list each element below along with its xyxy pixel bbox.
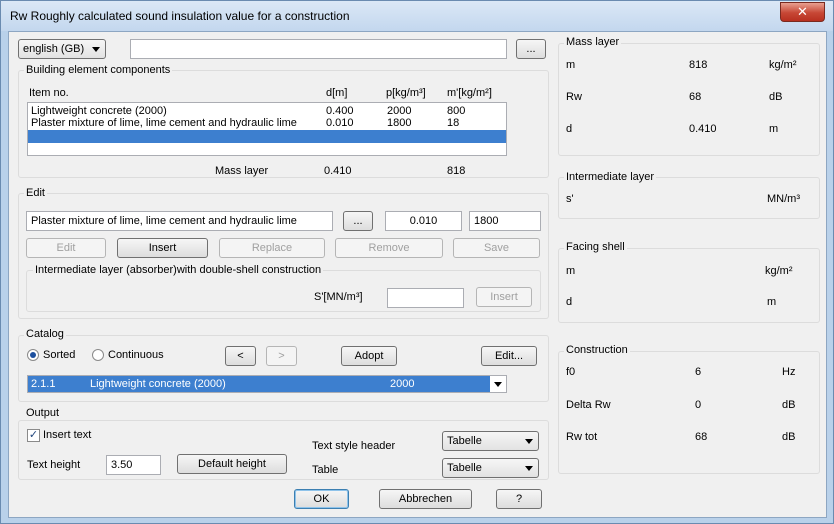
construction-group (558, 351, 820, 474)
mass-d-unit: m (769, 123, 779, 135)
mass-rw-unit: dB (769, 91, 783, 103)
mass-layer-group-label: Mass layer (564, 36, 622, 48)
help-button[interactable]: ? (496, 489, 542, 509)
selected-empty-row[interactable] (28, 130, 506, 143)
text-height-input[interactable]: 3.50 (106, 455, 161, 475)
edit-group-label: Edit (24, 187, 47, 199)
density-input[interactable]: 1800 (469, 211, 541, 231)
next-button[interactable]: > (266, 346, 297, 366)
path-browse-button[interactable]: ... (516, 39, 546, 59)
replace-button[interactable]: Replace (219, 238, 325, 258)
save-button[interactable]: Save (453, 238, 540, 258)
insert-text-label: Insert text (43, 429, 92, 441)
material-input[interactable]: Plaster mixture of lime, lime cement and… (26, 211, 333, 231)
catalog-edit-button[interactable]: Edit... (481, 346, 537, 366)
language-select[interactable]: english (GB) (18, 39, 106, 59)
facing-d-unit: m (767, 296, 777, 308)
remove-button[interactable]: Remove (335, 238, 443, 258)
absorber-group-label: Intermediate layer (absorber)with double… (33, 264, 324, 276)
mass-m-result: 818 (689, 59, 708, 71)
chevron-down-icon (92, 47, 100, 52)
intermediate-group-label: Intermediate layer (564, 171, 657, 183)
mass-m-unit: kg/m² (769, 59, 797, 71)
table-style-select[interactable]: Tabelle (442, 458, 539, 478)
facing-group-label: Facing shell (564, 241, 627, 253)
facing-group (558, 248, 820, 323)
title-bar[interactable]: Rw Roughly calculated sound insulation v… (1, 1, 833, 31)
insert-text-checkbox[interactable]: ✓ (27, 429, 40, 442)
window-title: Rw Roughly calculated sound insulation v… (10, 9, 350, 23)
table-row[interactable]: Lightweight concrete (2000) 0.400 2000 8… (28, 105, 506, 117)
edit-button[interactable]: Edit (26, 238, 106, 258)
insert-button[interactable]: Insert (117, 238, 208, 258)
header-item: Item no. (29, 87, 69, 99)
check-icon: ✓ (28, 429, 39, 441)
components-list[interactable]: Lightweight concrete (2000) 0.400 2000 8… (27, 102, 507, 156)
header-p: p[kg/m³] (386, 87, 426, 99)
f0-label: f0 (566, 366, 576, 378)
material-browse-button[interactable]: ... (343, 211, 373, 231)
mass-d-result: 0.410 (689, 123, 717, 135)
mass-rw-result: 68 (689, 91, 702, 103)
chevron-down-icon (525, 466, 533, 471)
s-insert-button[interactable]: Insert (476, 287, 532, 307)
s-input[interactable] (387, 288, 464, 308)
facing-m-label: m (566, 265, 576, 277)
facing-m-unit: kg/m² (765, 265, 793, 277)
text-height-label: Text height (27, 459, 81, 471)
header-m: m'[kg/m²] (447, 87, 492, 99)
components-group-label: Building element components (24, 64, 173, 76)
rw-tot-value: 68 (695, 431, 708, 443)
facing-d-label: d (566, 296, 573, 308)
dialog-client: english (GB) ... Building element compon… (8, 31, 827, 518)
style-header-select[interactable]: Tabelle (442, 431, 539, 451)
adopt-button[interactable]: Adopt (341, 346, 397, 366)
table-style-label: Table (312, 464, 339, 476)
f0-value: 6 (695, 366, 702, 378)
delta-rw-unit: dB (782, 399, 796, 411)
catalog-group-label: Catalog (24, 328, 66, 340)
continuous-label: Continuous (108, 349, 164, 361)
mass-m-value: 818 (447, 165, 466, 177)
mass-rw-label: Rw (566, 91, 582, 103)
continuous-radio[interactable] (92, 349, 104, 361)
delta-rw-label: Delta Rw (566, 399, 611, 411)
rw-tot-label: Rw tot (566, 431, 598, 443)
delta-rw-value: 0 (695, 399, 702, 411)
f0-unit: Hz (782, 366, 796, 378)
sorted-label: Sorted (43, 349, 76, 361)
ok-button[interactable]: OK (294, 489, 349, 509)
thickness-input[interactable]: 0.010 (385, 211, 462, 231)
mass-d-value: 0.410 (324, 165, 352, 177)
intermediate-s-label: s' (566, 193, 574, 205)
sorted-radio[interactable] (27, 349, 39, 361)
language-value: english (GB) (23, 43, 85, 55)
cancel-button[interactable]: Abbrechen (379, 489, 472, 509)
dialog-window: Rw Roughly calculated sound insulation v… (0, 0, 834, 524)
output-group-label: Output (24, 407, 62, 419)
intermediate-s-unit: MN/m³ (767, 193, 800, 205)
header-d: d[m] (326, 87, 348, 99)
default-height-button[interactable]: Default height (177, 454, 287, 474)
catalog-select[interactable]: 2.1.1 Lightweight concrete (2000) 2000 (27, 375, 507, 393)
catalog-dropdown-button[interactable] (490, 376, 506, 392)
s-label: S'[MN/m³] (314, 291, 363, 303)
table-row[interactable]: Plaster mixture of lime, lime cement and… (28, 117, 506, 129)
close-button[interactable]: ✕ (780, 2, 825, 22)
mass-m-label: m (566, 59, 576, 71)
construction-group-label: Construction (564, 344, 630, 356)
prev-button[interactable]: < (225, 346, 256, 366)
chevron-down-icon (525, 439, 533, 444)
style-header-label: Text style header (312, 440, 396, 452)
rw-tot-unit: dB (782, 431, 796, 443)
close-icon: ✕ (797, 4, 808, 19)
path-input[interactable] (130, 39, 507, 59)
mass-d-label: d (566, 123, 573, 135)
chevron-down-icon (494, 382, 502, 387)
mass-layer-label: Mass layer (215, 165, 269, 177)
